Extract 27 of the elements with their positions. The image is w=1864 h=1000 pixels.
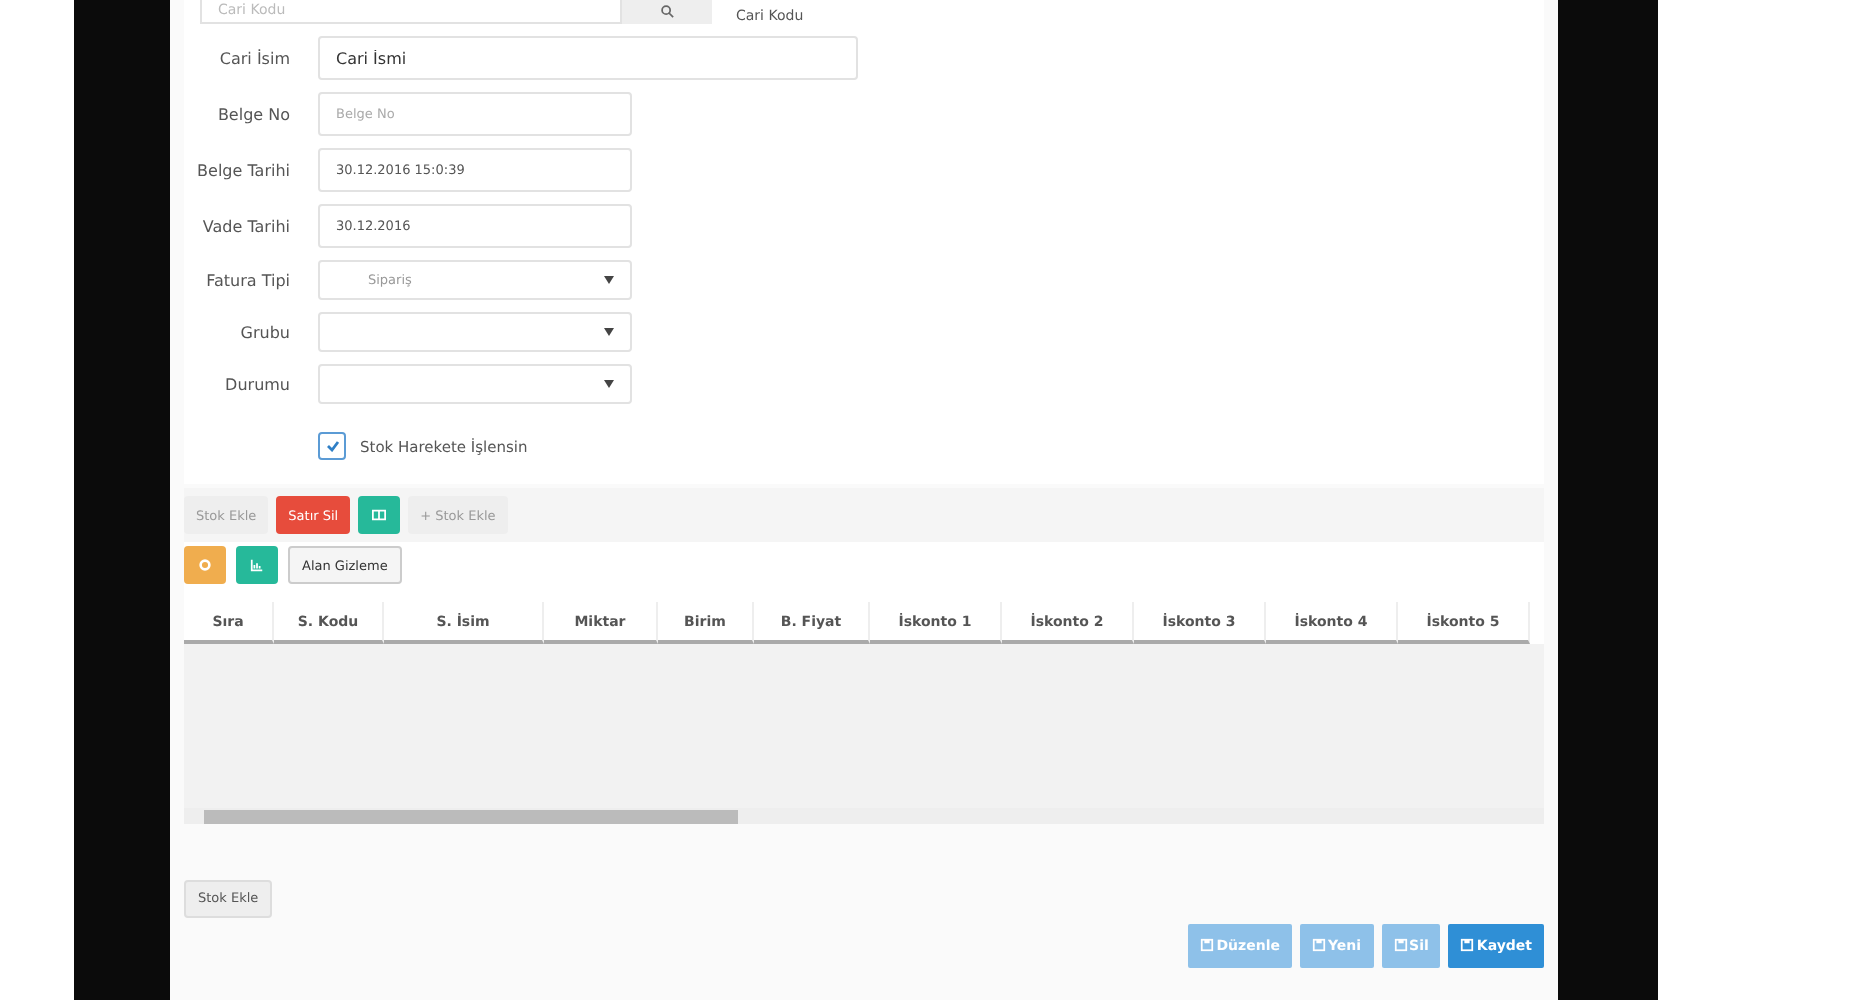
check-icon	[325, 440, 339, 452]
chart-icon	[250, 558, 264, 572]
field-label: Belge Tarihi	[195, 159, 290, 183]
field-label: Fatura Tipi	[204, 269, 290, 293]
floppy-icon	[1460, 938, 1475, 952]
caret-icon	[604, 276, 614, 284]
select-field[interactable]	[318, 312, 632, 352]
caret-icon	[604, 380, 614, 388]
input-field[interactable]: Cari İsmi	[318, 36, 858, 80]
scrollbar-thumb[interactable]	[204, 809, 738, 823]
field-label: Vade Tarihi	[200, 215, 290, 239]
caret-icon	[604, 328, 614, 336]
floppy-icon	[1311, 938, 1326, 952]
floppy-icon	[1393, 938, 1408, 952]
floppy-icon	[1200, 938, 1215, 952]
search-icon	[660, 3, 674, 17]
field-label: Durumu	[223, 373, 290, 397]
field-label: Grubu	[238, 321, 290, 345]
select-field[interactable]	[318, 364, 632, 404]
checkbox[interactable]	[318, 432, 346, 460]
search-button[interactable]	[622, 0, 712, 24]
icon-button[interactable]	[236, 546, 278, 584]
field-label: Cari İsim	[217, 47, 290, 71]
field-label: Belge No	[215, 103, 290, 127]
icon-button[interactable]	[184, 546, 226, 584]
icon-button[interactable]	[358, 496, 401, 534]
columns-icon	[372, 508, 387, 522]
